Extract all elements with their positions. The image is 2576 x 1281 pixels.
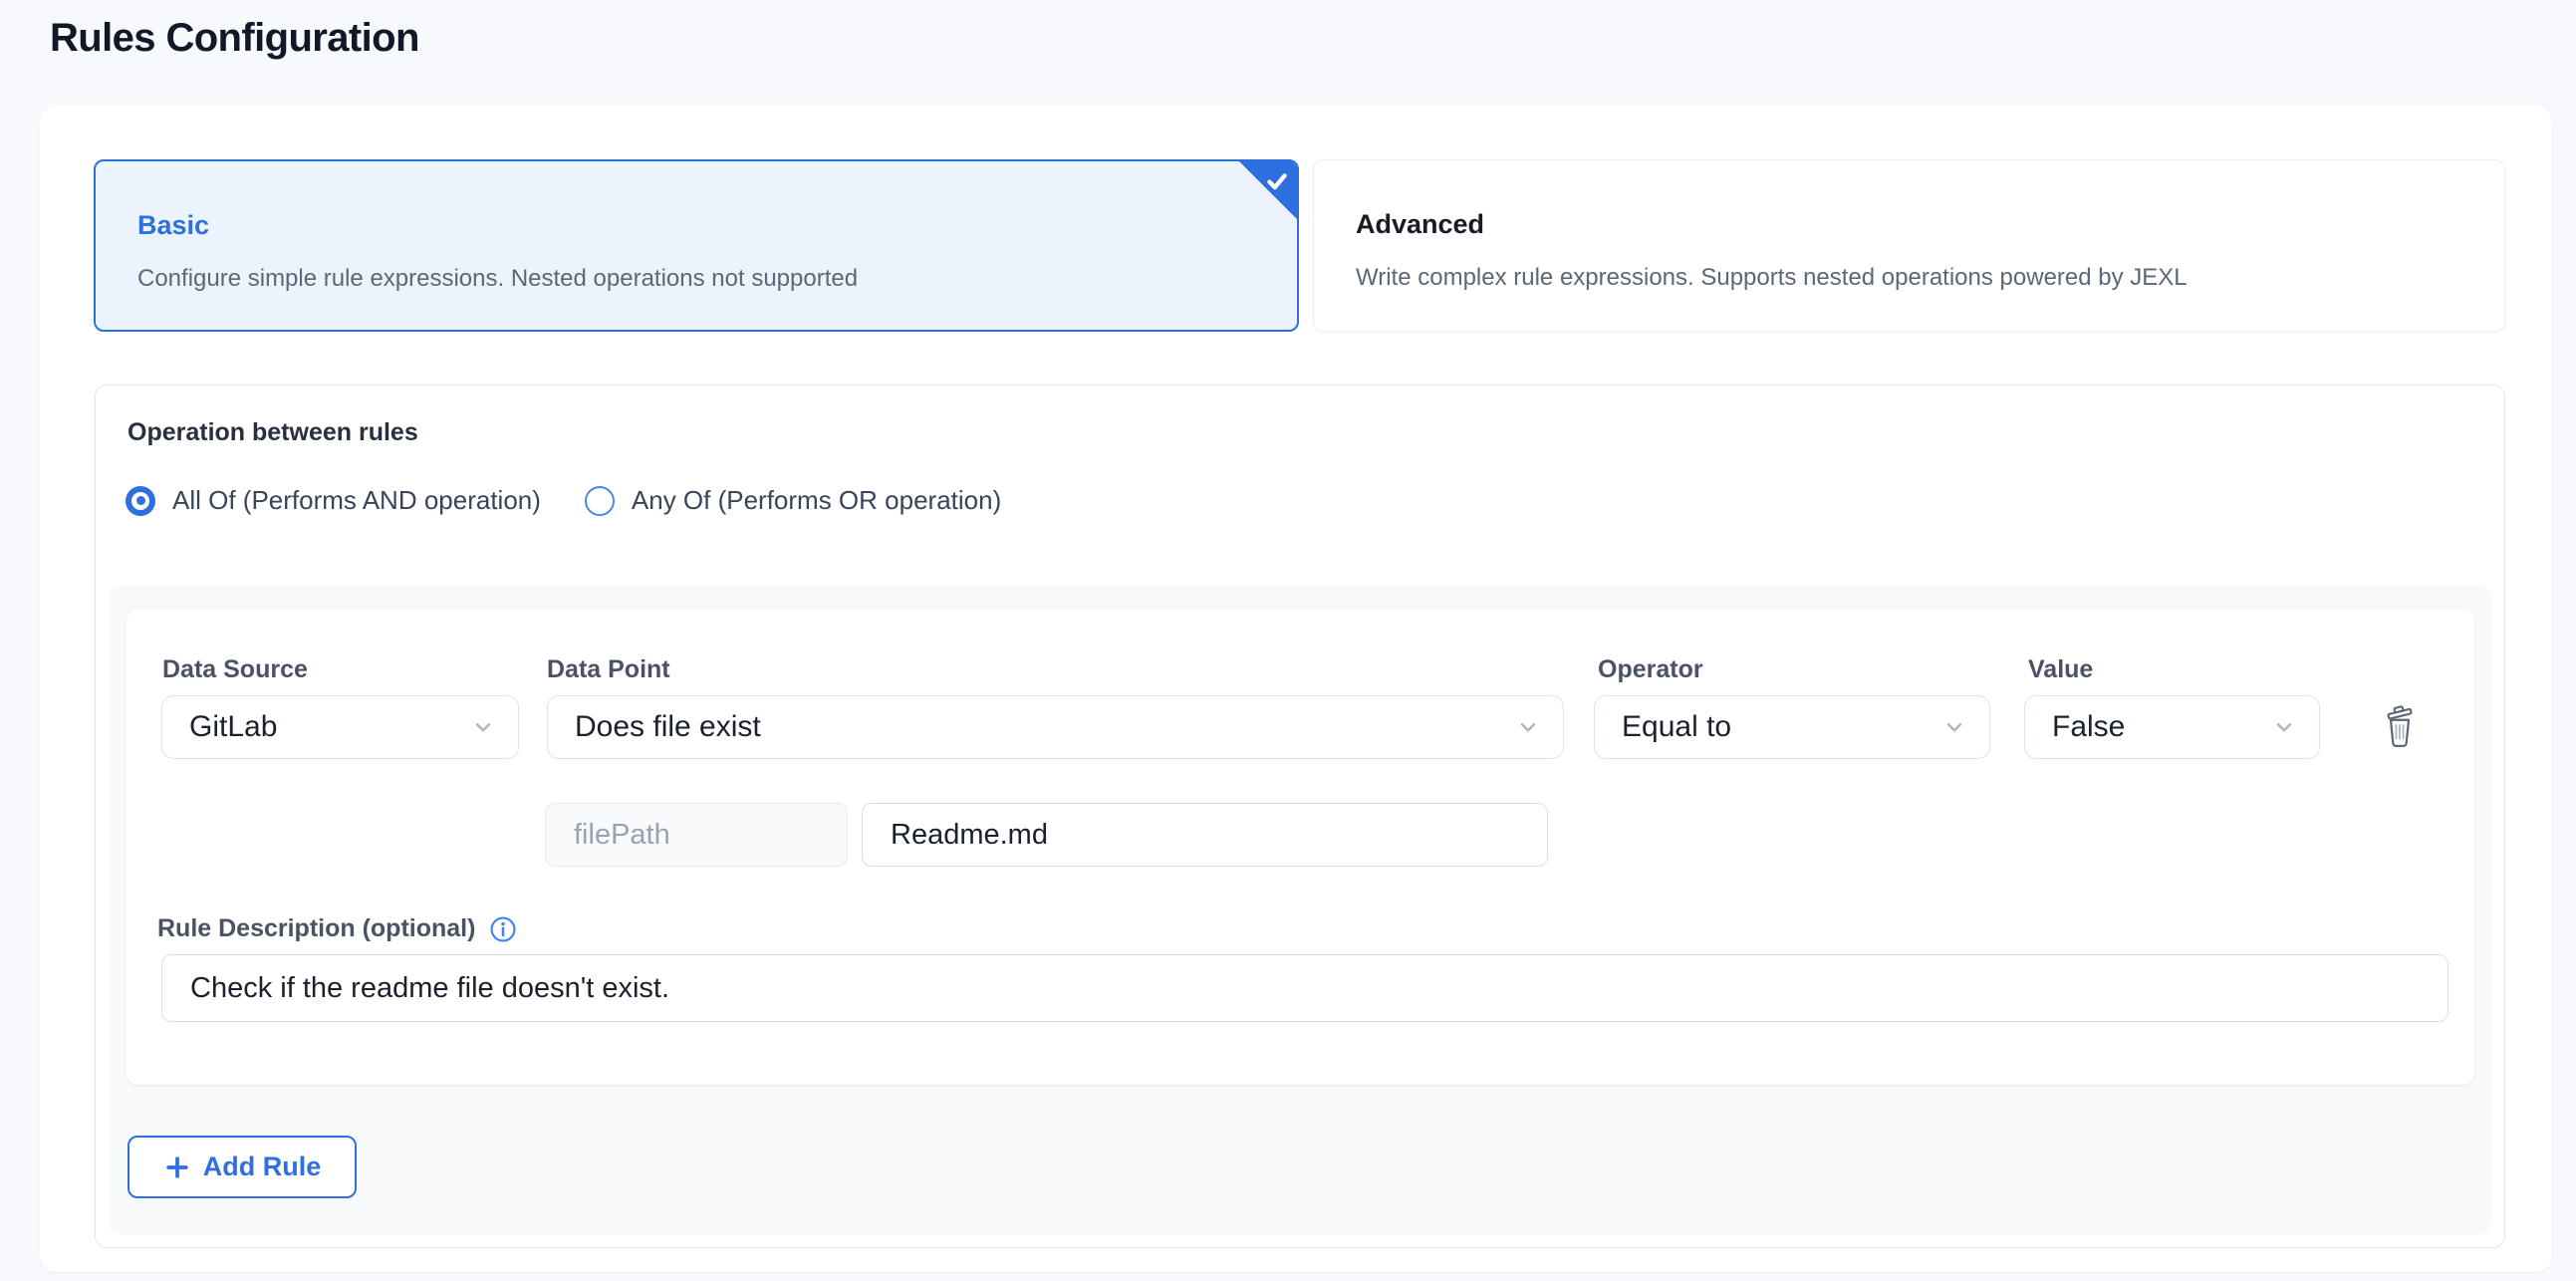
radio-label-all-of: All Of (Performs AND operation) (172, 485, 541, 516)
radio-unselected-icon[interactable] (585, 486, 615, 516)
mode-card-advanced[interactable]: Advanced Write complex rule expressions.… (1313, 159, 2505, 332)
page-title: Rules Configuration (50, 16, 419, 61)
data-source-value: GitLab (189, 710, 277, 744)
operator-select[interactable]: Equal to (1594, 695, 1990, 759)
data-source-label: Data Source (162, 655, 308, 684)
data-point-label: Data Point (547, 655, 670, 684)
value-value: False (2052, 710, 2125, 744)
basic-card-description: Configure simple rule expressions. Neste… (137, 262, 1255, 296)
advanced-card-title: Advanced (1356, 206, 2462, 242)
delete-rule-button[interactable] (2373, 699, 2427, 753)
operation-radio-group: All Of (Performs AND operation) Any Of (… (126, 485, 1001, 516)
file-path-param-input[interactable] (545, 803, 848, 867)
plus-icon (163, 1153, 191, 1181)
check-icon (1264, 168, 1290, 194)
chevron-down-icon (470, 714, 496, 740)
trash-icon (2380, 704, 2420, 748)
data-point-value: Does file exist (575, 710, 761, 744)
data-point-select[interactable]: Does file exist (547, 695, 1564, 759)
chevron-down-icon (1941, 714, 1967, 740)
chevron-down-icon (2271, 714, 2297, 740)
radio-option-all-of[interactable]: All Of (Performs AND operation) (126, 485, 541, 516)
add-rule-button[interactable]: Add Rule (128, 1136, 357, 1198)
rule-description-label: Rule Description (optional) (157, 914, 475, 943)
operator-value: Equal to (1622, 710, 1731, 744)
radio-selected-icon[interactable] (126, 486, 155, 516)
value-select[interactable]: False (2024, 695, 2320, 759)
rule-description-label-row: Rule Description (optional) (157, 914, 517, 943)
file-path-value-input[interactable] (862, 803, 1548, 867)
radio-option-any-of[interactable]: Any Of (Performs OR operation) (585, 485, 1001, 516)
advanced-card-description: Write complex rule expressions. Supports… (1356, 261, 2462, 295)
operation-between-rules-label: Operation between rules (128, 418, 418, 447)
rule-description-input[interactable] (161, 954, 2448, 1022)
value-label: Value (2028, 655, 2093, 684)
operator-label: Operator (1598, 655, 1703, 684)
chevron-down-icon (1515, 714, 1541, 740)
info-icon[interactable] (489, 915, 517, 943)
data-source-select[interactable]: GitLab (161, 695, 519, 759)
mode-card-basic[interactable]: Basic Configure simple rule expressions.… (94, 159, 1299, 332)
basic-card-title: Basic (137, 207, 1255, 243)
add-rule-label: Add Rule (203, 1152, 322, 1182)
radio-label-any-of: Any Of (Performs OR operation) (632, 485, 1001, 516)
